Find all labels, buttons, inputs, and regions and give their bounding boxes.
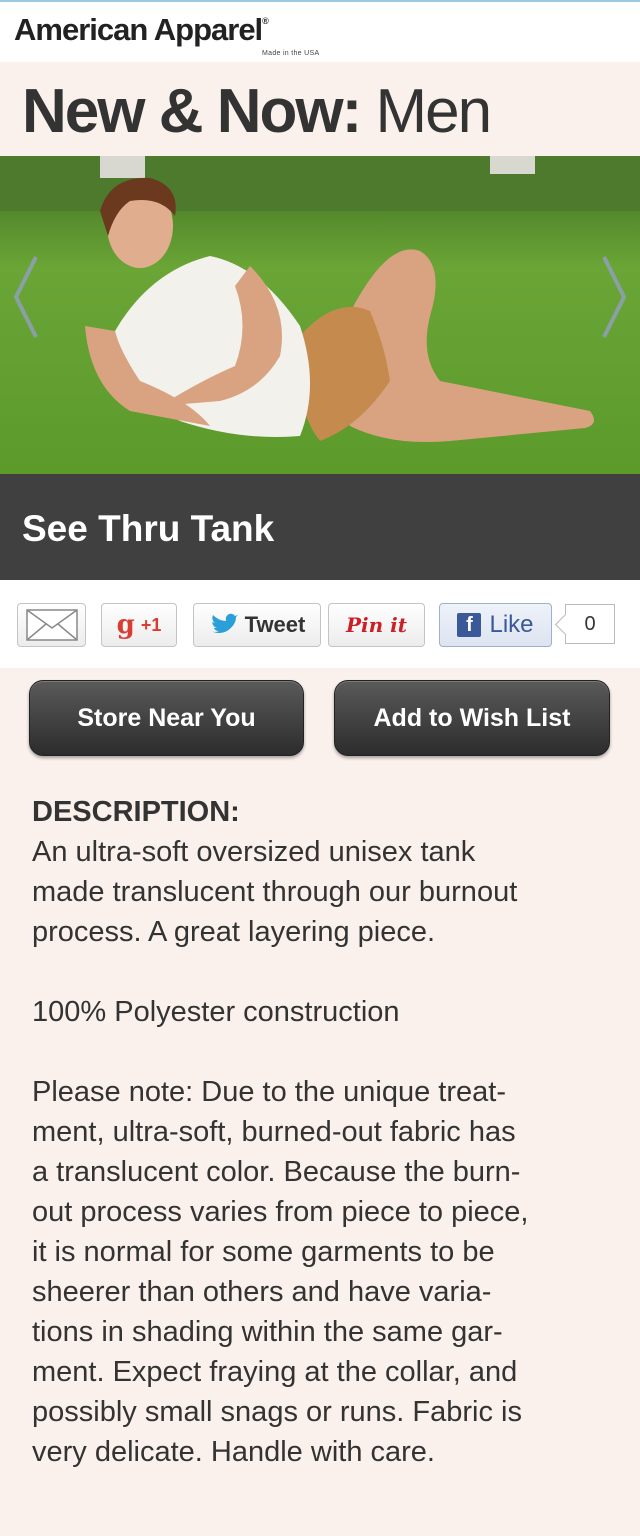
description-paragraph-1: An ultra-soft oversized unisex tank made…: [32, 836, 518, 948]
description-paragraph-2: 100% Polyester construction: [32, 996, 400, 1028]
social-share-bar: g +1 Tweet Pin it f Like: [0, 580, 640, 668]
pinterest-icon: Pin it: [346, 613, 407, 637]
product-name: See Thru Tank: [22, 508, 275, 549]
carousel-next-arrow-icon[interactable]: [594, 252, 634, 342]
brand-tagline: Made in the USA: [262, 50, 320, 57]
description-paragraph-3: Please note: Due to the unique treat- me…: [32, 1076, 529, 1468]
like-count-bubble: 0: [565, 604, 615, 644]
pinterest-pin-button[interactable]: Pin it: [328, 603, 425, 647]
page-header: New & Now: Men: [0, 62, 640, 156]
twitter-bird-icon: [210, 613, 238, 633]
product-photo: [0, 156, 640, 474]
add-to-wish-list-button[interactable]: Add to Wish List: [334, 680, 610, 756]
tweet-button[interactable]: Tweet: [193, 603, 321, 647]
page-title: New & Now: Men: [22, 77, 492, 146]
product-description: DESCRIPTION: An ultra-soft oversized uni…: [32, 792, 622, 1472]
store-near-you-button[interactable]: Store Near You: [29, 680, 304, 756]
google-plus-button[interactable]: g +1: [101, 603, 177, 647]
site-header: American Apparel® Made in the USA: [0, 0, 640, 62]
facebook-like-button[interactable]: f Like: [439, 603, 552, 647]
brand-logo[interactable]: American Apparel®: [14, 12, 269, 48]
google-plus-icon: g: [116, 610, 135, 640]
facebook-icon: f: [457, 613, 482, 637]
description-heading: DESCRIPTION:: [32, 796, 240, 828]
product-title-bar: See Thru Tank: [0, 474, 640, 580]
email-icon: [25, 609, 78, 641]
carousel-prev-arrow-icon[interactable]: [6, 252, 46, 342]
email-share-button[interactable]: [17, 603, 86, 647]
product-image-carousel[interactable]: [0, 156, 640, 474]
